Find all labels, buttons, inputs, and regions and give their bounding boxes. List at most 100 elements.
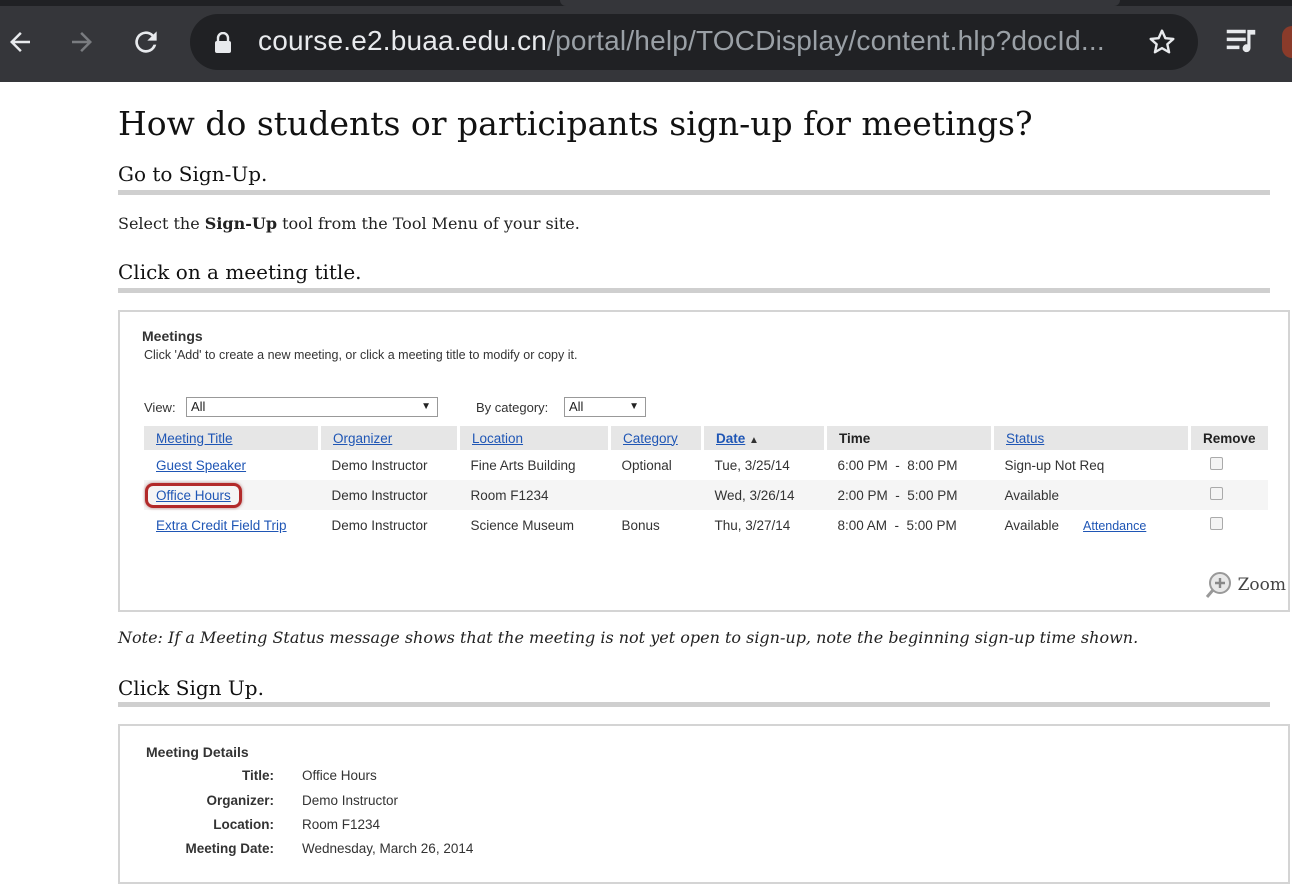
sort-link-organizer[interactable]: Organizer (333, 431, 392, 446)
highlight-callout: Office Hours (145, 482, 242, 508)
meetings-description: Click 'Add' to create a new meeting, or … (144, 348, 578, 362)
col-header-location[interactable]: Location (458, 426, 611, 450)
cell-status: Available (992, 480, 1190, 510)
step-divider (118, 702, 1270, 707)
category-select[interactable]: All ▼ (564, 397, 646, 417)
detail-key: Location: (213, 817, 274, 832)
meeting-title-link[interactable]: Guest Speaker (156, 458, 246, 473)
cell-title[interactable]: Office Hours (144, 480, 320, 510)
detail-value: Office Hours (302, 768, 377, 783)
back-button[interactable] (0, 22, 40, 62)
cell-date: Thu, 3/27/14 (714, 517, 791, 533)
cell-location: Room F1234 (458, 480, 610, 510)
instruction-text-end: tool from the Tool Menu of your site. (277, 214, 580, 233)
sort-ascending-icon: ▲ (749, 434, 759, 446)
zoom-in-icon (1205, 572, 1231, 598)
browser-toolbar: course.e2.buaa.edu.cn/portal/help/TOCDis… (0, 0, 1292, 82)
cell-location: Fine Arts Building (470, 457, 576, 473)
url-path: /portal/help/TOCDisplay/content.hlp?docI… (547, 25, 1105, 56)
sort-link-location[interactable]: Location (472, 431, 523, 446)
sort-link-date[interactable]: Date (716, 431, 745, 446)
step-title: Click Sign Up. (118, 676, 264, 700)
cell-remove (1190, 510, 1269, 540)
instruction-text: Select the (118, 214, 205, 233)
step-click-meeting: Click on a meeting title. (118, 260, 1270, 293)
zoom-label: Zoom (1237, 575, 1286, 595)
meeting-details-heading: Meeting Details (146, 744, 249, 760)
remove-checkbox[interactable] (1209, 517, 1223, 530)
cell-organizer: Demo Instructor (331, 517, 428, 533)
category-label: By category: (476, 400, 549, 415)
col-header-date[interactable]: Date ▲ (702, 426, 827, 450)
view-select-value: All (191, 399, 206, 414)
cell-time: 8:00 AM - 5:00 PM (837, 517, 957, 533)
cell-organizer: Demo Instructor (331, 457, 428, 473)
table-row: Extra Credit Field Trip Demo Instructor … (144, 510, 1268, 540)
col-header-remove: Remove (1189, 426, 1268, 450)
remove-checkbox[interactable] (1209, 457, 1223, 470)
url-text: course.e2.buaa.edu.cn/portal/help/TOCDis… (258, 25, 1105, 57)
url-host: course.e2.buaa.edu.cn (258, 25, 548, 56)
step-divider (118, 288, 1270, 293)
status-text: Sign-up Not Req (1004, 457, 1105, 473)
sort-link-category[interactable]: Category (623, 431, 678, 446)
media-queue-icon[interactable] (1222, 22, 1260, 60)
view-select[interactable]: All ▼ (186, 397, 438, 417)
reload-button[interactable] (126, 22, 166, 62)
profile-avatar[interactable] (1282, 26, 1292, 58)
arrow-right-icon (72, 32, 92, 52)
dropdown-arrow-icon: ▼ (629, 401, 639, 412)
meetings-screenshot: Meetings Click 'Add' to create a new mee… (118, 310, 1290, 612)
cell-category: Bonus (621, 517, 660, 533)
cell-organizer: Demo Instructor (319, 480, 459, 510)
col-header-organizer[interactable]: Organizer (319, 426, 460, 450)
col-header-status[interactable]: Status (992, 426, 1191, 450)
meeting-details-screenshot: Meeting Details Title: Office Hours Orga… (118, 724, 1290, 884)
sort-link-title[interactable]: Meeting Title (156, 431, 233, 446)
cell-category: Optional (621, 457, 672, 473)
step-click-signup: Click Sign Up. (118, 676, 1270, 707)
page-title: How do students or participants sign-up … (118, 104, 1033, 143)
col-header-category[interactable]: Category (609, 426, 704, 450)
bookmark-star-icon[interactable] (1146, 26, 1178, 58)
detail-value: Demo Instructor (302, 793, 399, 808)
reload-icon (135, 31, 157, 53)
forward-button[interactable] (62, 22, 102, 62)
cell-time: 6:00 PM - 8:00 PM (837, 457, 958, 473)
lock-icon (215, 32, 231, 53)
cell-status: Available Attendance (993, 510, 1190, 540)
step-go-to-signup: Go to Sign-Up. (118, 162, 1270, 195)
dropdown-arrow-icon: ▼ (421, 401, 431, 412)
meeting-title-link[interactable]: Office Hours (156, 488, 231, 503)
cell-remove (1189, 480, 1268, 510)
detail-key: Organizer: (206, 793, 274, 808)
arrow-left-icon (10, 32, 30, 52)
meeting-title-link[interactable]: Extra Credit Field Trip (156, 518, 287, 533)
zoom-button[interactable]: Zoom (1204, 570, 1286, 600)
status-text: Available (1004, 487, 1060, 503)
step-divider (118, 190, 1270, 195)
address-bar[interactable]: course.e2.buaa.edu.cn/portal/help/TOCDis… (190, 14, 1198, 70)
meetings-heading: Meetings (142, 328, 203, 344)
sort-link-status[interactable]: Status (1006, 431, 1044, 446)
cell-status: Sign-up Not Req (993, 450, 1190, 480)
cell-remove (1190, 450, 1269, 480)
category-select-value: All (569, 399, 584, 414)
meetings-table: Meeting Title Organizer Location Categor… (144, 426, 1268, 540)
detail-value: Room F1234 (302, 817, 381, 832)
col-header-title[interactable]: Meeting Title (144, 426, 321, 450)
cell-title[interactable]: Extra Credit Field Trip (144, 510, 320, 540)
cell-date: Wed, 3/26/14 (702, 480, 826, 510)
detail-key: Meeting Date: (185, 841, 274, 856)
cell-date: Tue, 3/25/14 (714, 457, 790, 473)
table-row: Guest Speaker Demo Instructor Fine Arts … (144, 450, 1268, 480)
step-title: Go to Sign-Up. (118, 162, 268, 186)
attendance-link[interactable]: Attendance (1083, 519, 1146, 533)
detail-value: Wednesday, March 26, 2014 (302, 841, 474, 856)
detail-key: Title: (241, 768, 274, 783)
cell-title[interactable]: Guest Speaker (144, 450, 320, 480)
step-title: Click on a meeting title. (118, 260, 362, 284)
instruction-bold: Sign-Up (204, 214, 278, 233)
remove-checkbox[interactable] (1209, 487, 1223, 500)
sign-up-note: Note: If a Meeting Status message shows … (118, 628, 1139, 647)
